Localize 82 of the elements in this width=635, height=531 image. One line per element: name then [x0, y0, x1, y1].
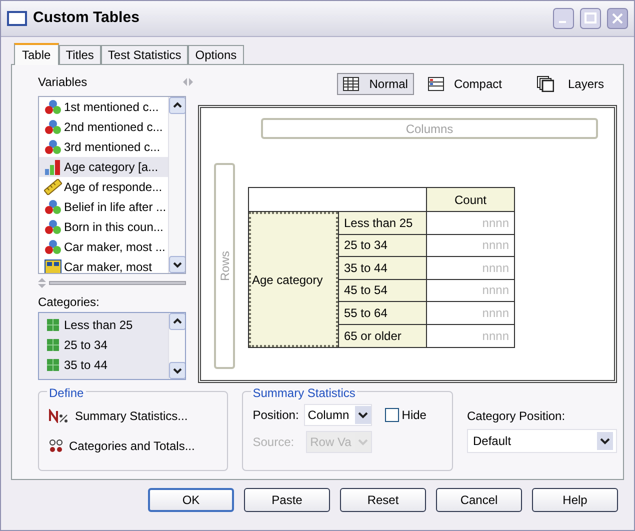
- row-label-cell: 45 to 54: [338, 280, 427, 301]
- variable-name: Car maker, most: [64, 259, 152, 273]
- dialog-button[interactable]: Reset: [340, 488, 426, 512]
- variable-item[interactable]: 1st mentioned c...: [39, 97, 168, 117]
- dialog-button[interactable]: Paste: [244, 488, 330, 512]
- layers-button[interactable]: Layers: [532, 73, 609, 95]
- window-icon: [7, 11, 27, 26]
- category-position-select[interactable]: Default: [467, 429, 617, 453]
- row-variable-cell: Age category: [249, 212, 338, 347]
- variable-item[interactable]: Age of responde...: [39, 177, 168, 197]
- variable-name: Car maker, most ...: [64, 239, 166, 256]
- variable-name: Born in this coun...: [64, 219, 164, 236]
- scroll-down-icon[interactable]: [169, 256, 185, 273]
- nominal-balls-icon: [44, 219, 62, 235]
- hide-checkbox[interactable]: [384, 408, 399, 422]
- variable-name: 1st mentioned c...: [64, 99, 159, 116]
- variable-item[interactable]: Belief in life after ...: [39, 197, 168, 217]
- dialog-button[interactable]: Help: [532, 488, 618, 512]
- position-select[interactable]: Column: [304, 404, 372, 426]
- row-label-cell: 65 or older: [338, 324, 427, 347]
- categories-label: Categories:: [38, 294, 100, 311]
- variable-item[interactable]: Age category [a...: [39, 157, 168, 177]
- category-item: 25 to 34: [64, 337, 108, 354]
- dialog-button[interactable]: OK: [148, 488, 234, 512]
- dots-grid-icon: [49, 439, 63, 453]
- scroll-up-icon[interactable]: [169, 97, 185, 114]
- grid-set-icon: [44, 259, 62, 273]
- row-label-cell: Less than 25: [338, 212, 427, 234]
- view-mode-button[interactable]: Normal: [337, 73, 414, 95]
- category-position-label: Category Position:: [467, 408, 566, 425]
- dropdown-caret-icon[interactable]: [597, 432, 613, 450]
- window-title: Custom Tables: [33, 8, 140, 28]
- category-item: 35 to 44: [64, 357, 108, 374]
- column-header-cell: Count: [427, 188, 514, 211]
- nominal-balls-icon: [44, 99, 62, 115]
- nominal-balls-icon: [44, 119, 62, 135]
- define-link[interactable]: Categories and Totals...: [49, 436, 227, 456]
- compact-table-icon: [428, 77, 444, 91]
- variable-item[interactable]: Car maker, most: [39, 257, 168, 273]
- row-label-cell: 55 to 64: [338, 302, 427, 324]
- table-grid-icon: [343, 77, 360, 91]
- variable-item[interactable]: Born in this coun...: [39, 217, 168, 237]
- variable-item[interactable]: Car maker, most ...: [39, 237, 168, 257]
- view-mode-button[interactable]: Compact: [422, 73, 508, 95]
- position-label: Position:: [252, 407, 299, 424]
- nominal-balls-icon: [44, 139, 62, 155]
- maximize-icon[interactable]: [580, 8, 601, 29]
- minimize-icon[interactable]: [553, 8, 574, 29]
- scroll-up-icon[interactable]: [169, 313, 185, 330]
- variable-name: 3rd mentioned c...: [64, 139, 160, 156]
- variable-name: Age of responde...: [64, 179, 162, 196]
- hide-label: Hide: [402, 407, 426, 424]
- variable-name: Age category [a...: [64, 159, 158, 176]
- close-icon[interactable]: [607, 8, 628, 29]
- category-grid-icon: [47, 339, 59, 351]
- variable-name: 2nd mentioned c...: [64, 119, 163, 136]
- tab[interactable]: Options: [188, 45, 244, 64]
- category-grid-icon: [47, 319, 59, 331]
- source-label: Source:: [252, 434, 294, 451]
- dialog-button[interactable]: Cancel: [436, 488, 522, 512]
- scroll-down-icon[interactable]: [169, 362, 185, 379]
- nominal-balls-icon: [44, 239, 62, 255]
- scrollbar[interactable]: [168, 97, 185, 273]
- variable-item[interactable]: 3rd mentioned c...: [39, 137, 168, 157]
- nominal-balls-icon: [44, 199, 62, 215]
- variables-label: Variables: [38, 74, 88, 91]
- layers-icon: [536, 76, 554, 92]
- n-percent-icon: [49, 409, 69, 423]
- category-grid-icon: [47, 359, 59, 371]
- tab[interactable]: Titles: [58, 45, 101, 64]
- row-label-cell: 35 to 44: [338, 257, 427, 278]
- variable-item[interactable]: 2nd mentioned c...: [39, 117, 168, 137]
- row-label-cell: 25 to 34: [338, 234, 427, 256]
- dropdown-caret-icon[interactable]: [354, 406, 371, 424]
- variable-name: Belief in life after ...: [64, 199, 166, 216]
- tab[interactable]: Test Statistics: [100, 45, 188, 64]
- scrollbar[interactable]: [168, 313, 185, 379]
- bar-chart-icon: [44, 159, 62, 175]
- tab[interactable]: Table: [14, 43, 59, 65]
- category-item: Less than 25: [64, 317, 133, 334]
- ruler-icon: [44, 179, 62, 195]
- define-link[interactable]: Summary Statistics...: [49, 406, 227, 426]
